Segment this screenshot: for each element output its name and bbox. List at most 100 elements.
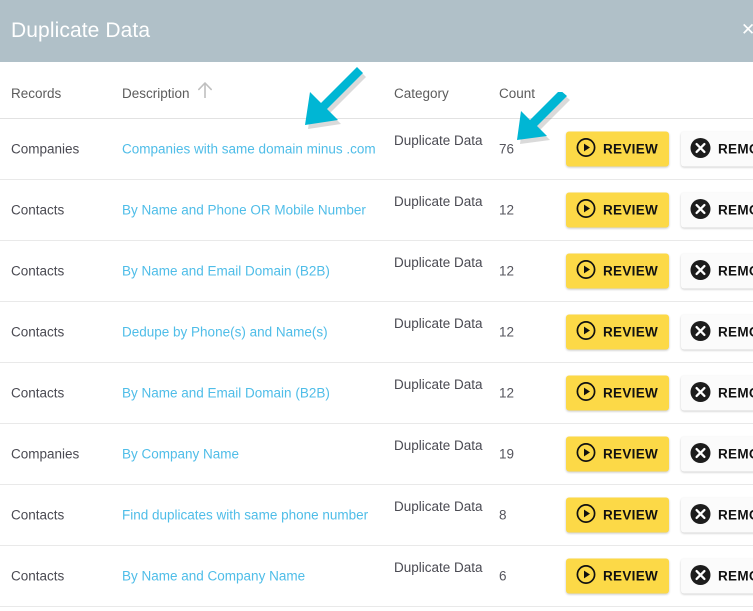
review-button[interactable]: REVIEW [566,436,669,472]
cell-category: Duplicate Data [394,194,483,209]
x-circle-icon [690,503,711,527]
table-body: Companies Companies with same domain minu… [0,119,753,607]
table-row: Contacts By Name and Company Name Duplicat… [0,546,753,607]
review-button[interactable]: REVIEW [566,558,669,594]
cell-category: Duplicate Data [394,255,483,270]
column-header-count[interactable]: Count [499,86,535,101]
table-row: Contacts By Name and Email Domain (B2B) Du… [0,363,753,424]
remove-button[interactable]: REMOVE [681,253,753,289]
review-button-label: REVIEW [603,202,659,218]
x-circle-icon [690,381,711,405]
review-button[interactable]: REVIEW [566,497,669,533]
cell-records: Contacts [11,568,65,584]
cell-description-link[interactable]: By Company Name [122,447,239,462]
review-button-label: REVIEW [603,507,659,523]
cell-records: Contacts [11,507,65,523]
remove-button[interactable]: REMOVE [681,192,753,228]
remove-button-label: REMOVE [718,507,753,523]
close-icon[interactable]: ✕ [741,20,753,40]
remove-button-label: REMOVE [718,446,753,462]
remove-button[interactable]: REMOVE [681,497,753,533]
cell-description-link[interactable]: By Name and Email Domain (B2B) [122,264,330,279]
remove-button-label: REMOVE [718,324,753,340]
review-button[interactable]: REVIEW [566,375,669,411]
cell-count: 12 [499,263,515,279]
remove-button[interactable]: REMOVE [681,131,753,167]
remove-button[interactable]: REMOVE [681,314,753,350]
cell-category: Duplicate Data [394,499,483,514]
cell-description-link[interactable]: Companies with same domain minus .com [122,142,376,157]
duplicate-data-panel: Duplicate Data ✕ Records Description Cat… [0,0,753,611]
play-circle-icon [576,443,596,466]
cell-records: Companies [11,141,80,157]
table-row: Contacts By Name and Email Domain (B2B) Du… [0,241,753,302]
table-row: Companies By Company Name Duplicate Data 19… [0,424,753,485]
cell-count: 12 [499,324,515,340]
review-button-label: REVIEW [603,568,659,584]
cell-count: 8 [499,507,507,523]
sort-ascending-arrow-icon[interactable] [196,80,214,100]
play-circle-icon [576,382,596,405]
cell-category: Duplicate Data [394,316,483,331]
review-button-label: REVIEW [603,324,659,340]
review-button-label: REVIEW [603,385,659,401]
review-button-label: REVIEW [603,446,659,462]
x-circle-icon [690,259,711,283]
play-circle-icon [576,199,596,222]
window-title-bar: Duplicate Data ✕ [0,0,753,62]
x-circle-icon [690,320,711,344]
review-button[interactable]: REVIEW [566,253,669,289]
cell-category: Duplicate Data [394,438,483,453]
x-circle-icon [690,137,711,161]
review-button[interactable]: REVIEW [566,192,669,228]
cell-records: Companies [11,446,80,462]
cell-count: 12 [499,385,515,401]
column-header-category[interactable]: Category [394,86,449,101]
remove-button[interactable]: REMOVE [681,436,753,472]
cell-records: Contacts [11,263,65,279]
cell-count: 19 [499,446,515,462]
play-circle-icon [576,260,596,283]
remove-button-label: REMOVE [718,141,753,157]
table-row: Contacts Find duplicates with same phone … [0,485,753,546]
cell-count: 12 [499,202,515,218]
x-circle-icon [690,564,711,588]
cell-description-link[interactable]: By Name and Phone OR Mobile Number [122,203,366,218]
play-circle-icon [576,138,596,161]
cell-description-link[interactable]: Find duplicates with same phone number [122,508,368,523]
table-header-row: Records Description Category Count [0,62,753,119]
remove-button-label: REMOVE [718,385,753,401]
cell-description-link[interactable]: Dedupe by Phone(s) and Name(s) [122,325,328,340]
cell-records: Contacts [11,324,65,340]
page-title: Duplicate Data [11,19,151,42]
cell-count: 6 [499,568,507,584]
remove-button[interactable]: REMOVE [681,558,753,594]
cell-count: 76 [499,141,515,157]
play-circle-icon [576,504,596,527]
cell-category: Duplicate Data [394,377,483,392]
column-header-records[interactable]: Records [11,86,61,101]
cell-records: Contacts [11,385,65,401]
cell-records: Contacts [11,202,65,218]
review-button[interactable]: REVIEW [566,131,669,167]
cell-category: Duplicate Data [394,133,483,148]
play-circle-icon [576,565,596,588]
remove-button-label: REMOVE [718,202,753,218]
review-button[interactable]: REVIEW [566,314,669,350]
x-circle-icon [690,198,711,222]
cell-category: Duplicate Data [394,560,483,575]
cell-description-link[interactable]: By Name and Email Domain (B2B) [122,386,330,401]
table-row: Contacts By Name and Phone OR Mobile Numb… [0,180,753,241]
remove-button-label: REMOVE [718,263,753,279]
remove-button-label: REMOVE [718,568,753,584]
column-header-description[interactable]: Description [122,86,190,101]
x-circle-icon [690,442,711,466]
cell-description-link[interactable]: By Name and Company Name [122,569,305,584]
review-button-label: REVIEW [603,141,659,157]
remove-button[interactable]: REMOVE [681,375,753,411]
play-circle-icon [576,321,596,344]
review-button-label: REVIEW [603,263,659,279]
table-row: Companies Companies with same domain minu… [0,119,753,180]
table-row: Contacts Dedupe by Phone(s) and Name(s) Du… [0,302,753,363]
duplicate-data-table: Records Description Category Count Compa… [0,62,753,607]
